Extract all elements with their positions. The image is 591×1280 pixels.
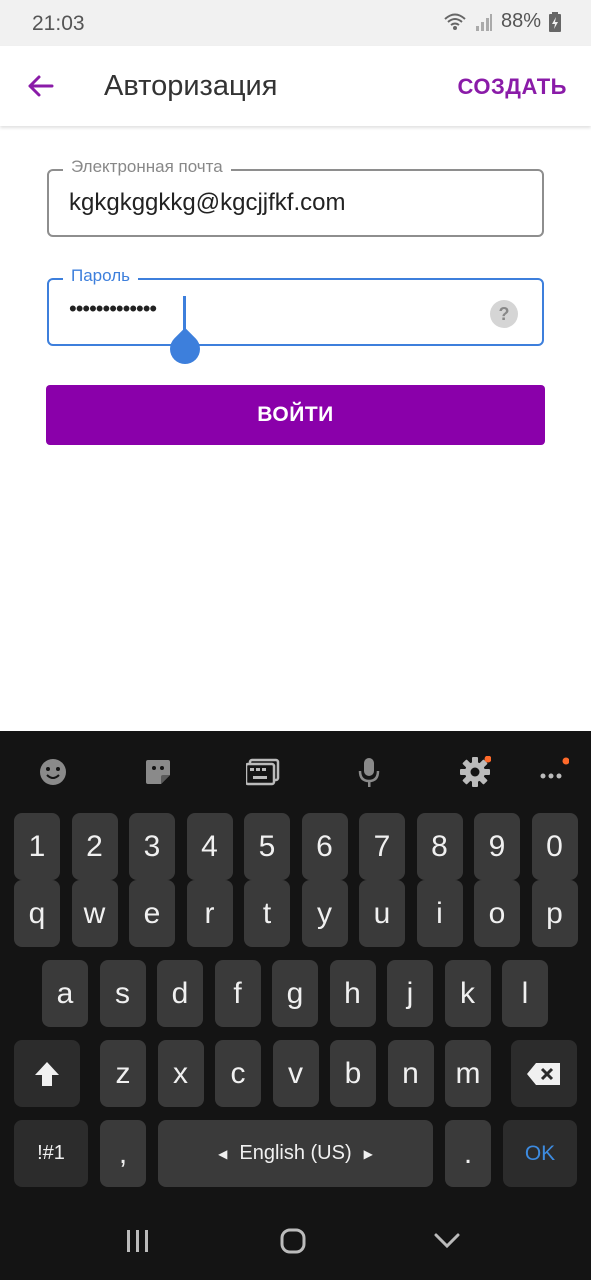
key-v[interactable]: v: [272, 1040, 319, 1107]
language-left-icon: ◀: [218, 1146, 228, 1161]
back-nav-icon[interactable]: [427, 1226, 467, 1256]
password-label: Пароль: [63, 266, 138, 286]
key-9[interactable]: 9: [474, 813, 520, 880]
wifi-icon: [443, 12, 467, 32]
key-q[interactable]: q: [14, 880, 60, 947]
comma-key[interactable]: ,: [100, 1120, 146, 1187]
keyboard-icon[interactable]: [246, 755, 280, 789]
key-6[interactable]: 6: [301, 813, 348, 880]
backspace-icon: [527, 1062, 560, 1085]
key-o[interactable]: o: [474, 880, 520, 947]
key-8[interactable]: 8: [416, 813, 463, 880]
key-p[interactable]: p: [531, 880, 578, 947]
space-key[interactable]: ◀ English (US) ▶: [158, 1120, 433, 1187]
key-r[interactable]: r: [186, 880, 233, 947]
key-y[interactable]: y: [301, 880, 348, 947]
key-w[interactable]: w: [71, 880, 118, 947]
key-m[interactable]: m: [445, 1040, 491, 1107]
key-t[interactable]: t: [244, 880, 290, 947]
password-field[interactable]: Пароль ••••••••••••• ?: [47, 266, 544, 371]
key-d[interactable]: d: [157, 960, 203, 1027]
keyboard: 1234567890 qwertyuiop asdfghjkl zxcvbnm !#1…: [0, 731, 591, 1280]
key-b[interactable]: b: [330, 1040, 376, 1107]
emoji-icon[interactable]: [36, 755, 70, 789]
back-arrow-icon[interactable]: [22, 68, 58, 104]
password-value: •••••••••••••: [69, 296, 157, 321]
key-i[interactable]: i: [416, 880, 463, 947]
home-icon[interactable]: [273, 1226, 313, 1256]
ok-key[interactable]: OK: [503, 1120, 577, 1187]
key-f[interactable]: f: [214, 960, 261, 1027]
key-7[interactable]: 7: [359, 813, 405, 880]
key-j[interactable]: j: [387, 960, 433, 1027]
app-bar: Авторизация СОЗДАТЬ: [0, 46, 591, 126]
key-5[interactable]: 5: [244, 813, 290, 880]
text-cursor: [183, 296, 186, 330]
key-e[interactable]: e: [129, 880, 175, 947]
email-field[interactable]: Электронная почта kgkgkggkkg@kgcjjfkf.co…: [47, 157, 544, 237]
shift-icon: [35, 1061, 59, 1086]
help-icon[interactable]: ?: [490, 300, 518, 328]
signal-icon: [475, 13, 493, 31]
key-4[interactable]: 4: [186, 813, 233, 880]
key-h[interactable]: h: [329, 960, 376, 1027]
keyboard-toolbar: [0, 731, 591, 811]
shift-key[interactable]: [14, 1040, 80, 1107]
status-bar: 21:03 88%: [0, 0, 591, 46]
key-3[interactable]: 3: [129, 813, 175, 880]
key-1[interactable]: 1: [14, 813, 60, 880]
battery-percent: 88%: [500, 10, 541, 32]
key-z[interactable]: z: [100, 1040, 146, 1107]
login-button[interactable]: ВОЙТИ: [46, 385, 545, 445]
key-l[interactable]: l: [502, 960, 548, 1027]
period-key[interactable]: .: [445, 1120, 491, 1187]
key-s[interactable]: s: [99, 960, 146, 1027]
email-label: Электронная почта: [63, 157, 231, 177]
key-2[interactable]: 2: [71, 813, 118, 880]
microphone-icon[interactable]: [352, 755, 386, 789]
symbols-key[interactable]: !#1: [14, 1120, 88, 1187]
cursor-handle[interactable]: [163, 327, 207, 371]
language-right-icon: ▶: [363, 1146, 373, 1161]
key-g[interactable]: g: [272, 960, 318, 1027]
backspace-key[interactable]: [511, 1040, 577, 1107]
more-icon[interactable]: [536, 755, 570, 789]
key-k[interactable]: k: [444, 960, 491, 1027]
key-x[interactable]: x: [157, 1040, 204, 1107]
settings-icon[interactable]: [458, 755, 492, 789]
recent-apps-icon[interactable]: [118, 1226, 158, 1256]
email-value: kgkgkggkkg@kgcjjfkf.com: [69, 189, 346, 216]
key-0[interactable]: 0: [531, 813, 578, 880]
key-n[interactable]: n: [387, 1040, 434, 1107]
key-a[interactable]: a: [42, 960, 88, 1027]
sticker-icon[interactable]: [141, 755, 175, 789]
space-label: English (US): [239, 1142, 352, 1164]
battery-icon: [549, 11, 561, 32]
key-u[interactable]: u: [359, 880, 405, 947]
status-time: 21:03: [32, 12, 85, 35]
navigation-bar: [0, 1200, 591, 1280]
create-account-button[interactable]: СОЗДАТЬ: [458, 74, 567, 100]
key-c[interactable]: c: [215, 1040, 261, 1107]
page-title: Авторизация: [104, 70, 278, 102]
